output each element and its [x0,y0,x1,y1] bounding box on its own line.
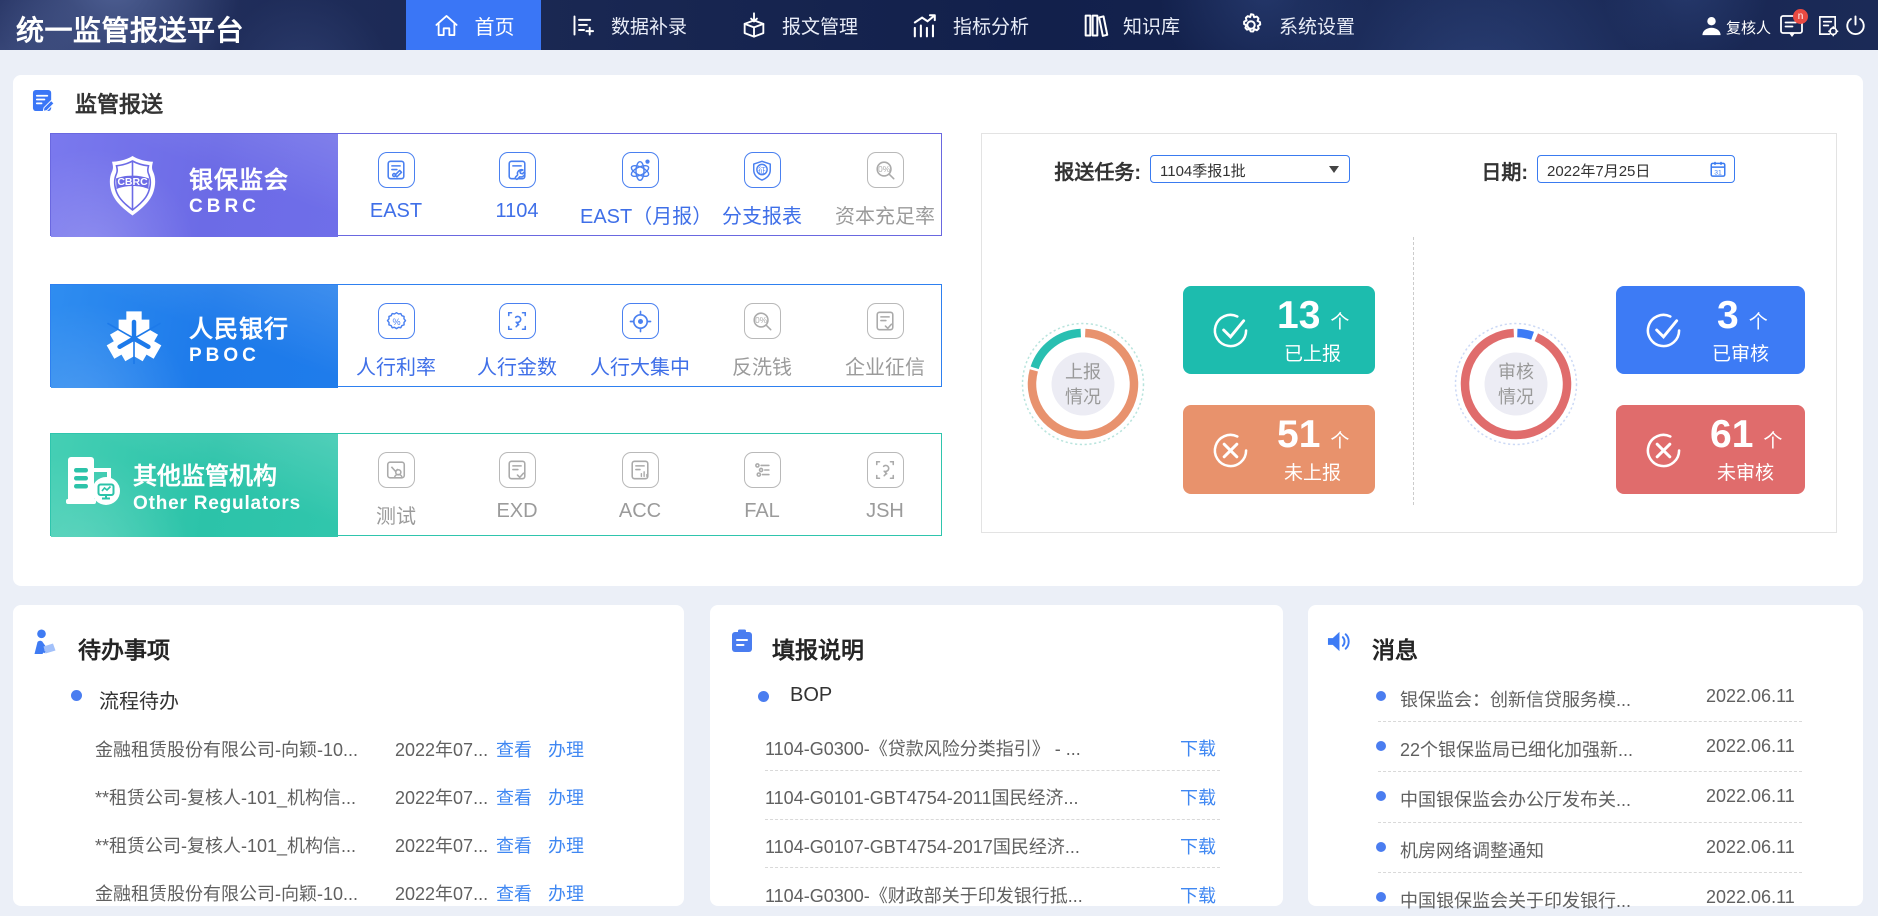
svg-text:情况: 情况 [1065,387,1101,407]
svg-text:情况: 情况 [1498,387,1534,407]
svg-text:CBRC: CBRC [117,176,148,188]
svg-text:0%: 0% [878,165,891,174]
svg-text:31: 31 [1714,169,1722,176]
svg-text:0%: 0% [755,316,768,325]
svg-text:%: % [392,316,400,326]
svg-text:审核: 审核 [1498,362,1534,382]
svg-text:征: 征 [758,165,766,175]
svg-text:上报: 上报 [1065,362,1101,382]
